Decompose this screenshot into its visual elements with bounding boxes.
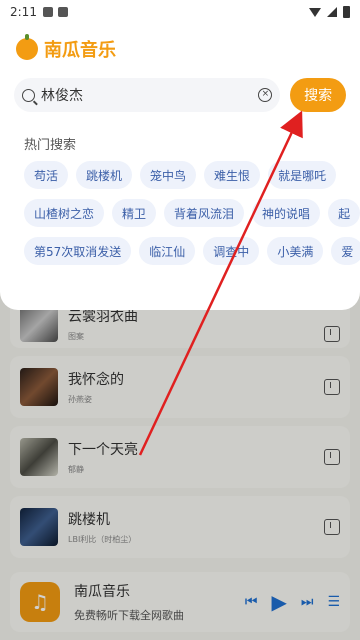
status-bar: 2:11 bbox=[0, 0, 360, 24]
status-time: 2:11 bbox=[10, 5, 37, 19]
app-notification-icon bbox=[57, 7, 68, 17]
annotation-arrow bbox=[138, 110, 303, 456]
battery-icon bbox=[343, 6, 350, 18]
signal-icon bbox=[327, 7, 337, 17]
notification-icon bbox=[42, 7, 53, 17]
wifi-icon bbox=[309, 7, 321, 17]
